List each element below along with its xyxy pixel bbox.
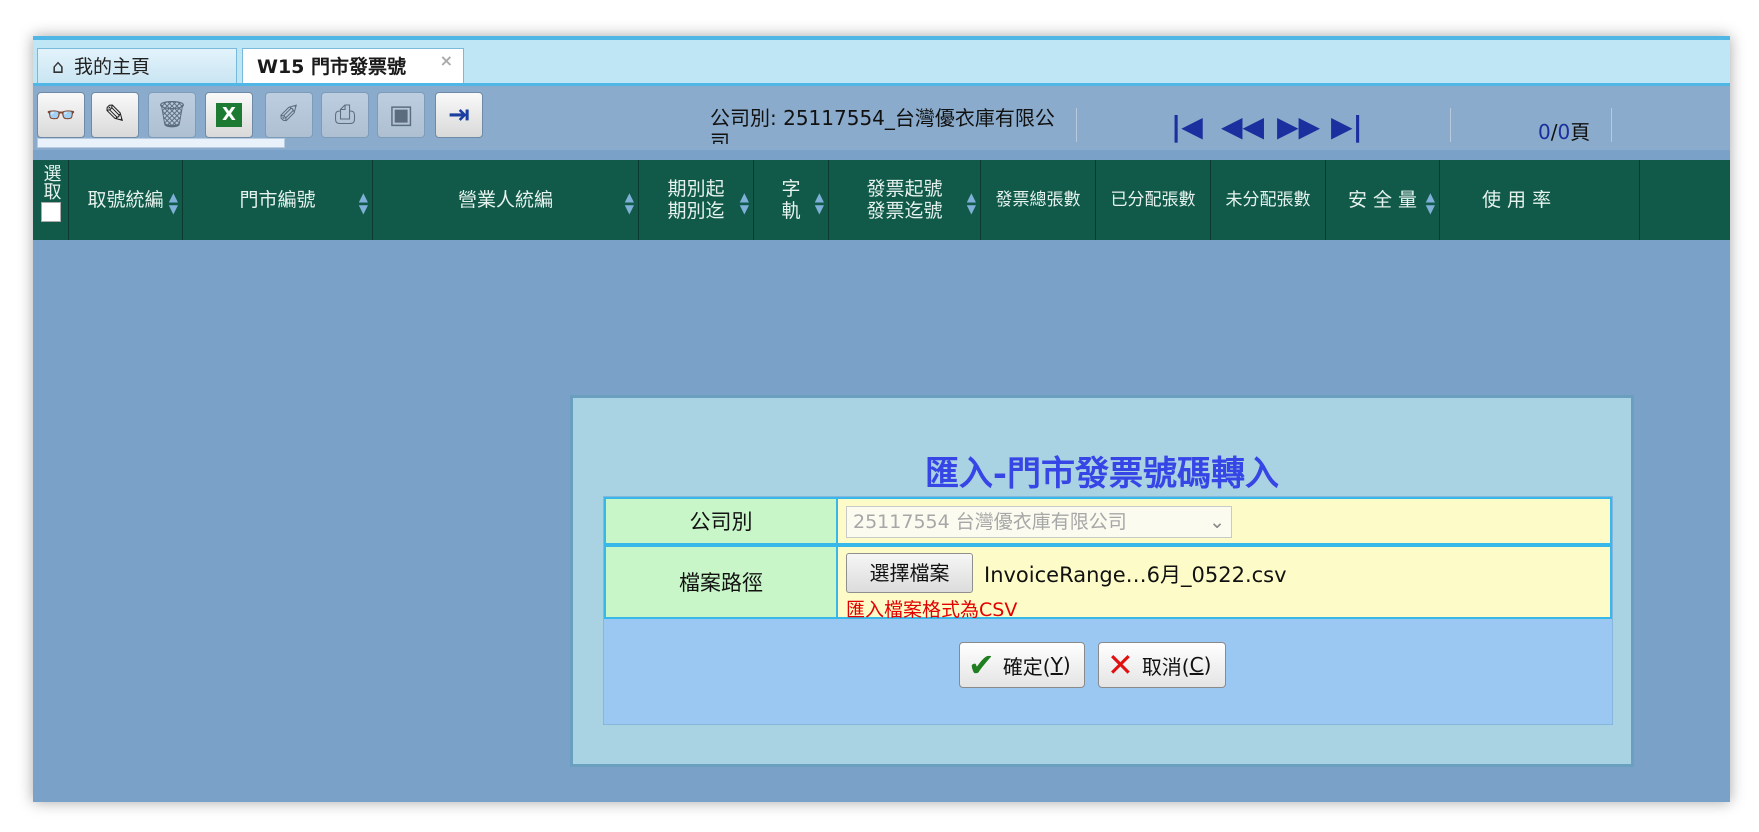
search-button[interactable]: 👓 bbox=[37, 92, 85, 138]
cancel-label-end: ) bbox=[1203, 653, 1212, 677]
col-safety-stock[interactable]: 安 全 量 ▲ ▼ bbox=[1326, 160, 1440, 240]
choose-file-button[interactable]: 選擇檔案 bbox=[846, 553, 973, 593]
col-period-label: 期別起 期別迄 bbox=[667, 178, 725, 222]
binoculars-icon: 👓 bbox=[46, 101, 76, 129]
cancel-label: 取消( bbox=[1141, 654, 1190, 679]
sort-icon: ▲ ▼ bbox=[814, 190, 824, 216]
file-format-hint: 匯入檔案格式為CSV bbox=[846, 599, 1018, 621]
dialog-title: 匯入-門市發票號碼轉入 bbox=[924, 454, 1280, 494]
col-total-count[interactable]: 發票總張數 bbox=[981, 160, 1096, 240]
grid-header: 選取 取號統編 ▲ ▼ 門市編號 ▲ ▼ 營業人統編 ▲ ▼ 期別起 期別迄 ▲ ▼ 字 軌 ▲ ▼… bbox=[33, 160, 1730, 240]
sort-icon: ▲ ▼ bbox=[168, 190, 178, 216]
company-field-cell: 25117554 台灣優衣庫有限公司 ⌄ bbox=[838, 497, 1612, 545]
file-field-label: 檔案路徑 bbox=[604, 545, 838, 619]
sort-icon: ▲ ▼ bbox=[358, 190, 368, 216]
tab-home-label: 我的主頁 bbox=[74, 56, 151, 78]
col-allocated[interactable]: 已分配張數 bbox=[1096, 160, 1211, 240]
col-invoice-range-label: 發票起號 發票迄號 bbox=[866, 178, 943, 222]
col-unallocated[interactable]: 未分配張數 bbox=[1211, 160, 1326, 240]
file-field-cell: 選擇檔案 InvoiceRange…6月_0522.csv 匯入檔案格式為CSV bbox=[838, 545, 1612, 621]
col-number-taxid-label: 取號統編 bbox=[87, 189, 164, 211]
toolbar-subtab bbox=[37, 138, 285, 148]
col-track-label: 字 軌 bbox=[781, 178, 801, 222]
sort-icon: ▲ ▼ bbox=[966, 190, 976, 216]
file-row: 檔案路徑 選擇檔案 InvoiceRange…6月_0522.csv 匯入檔案格… bbox=[604, 545, 1612, 621]
col-safety-stock-label: 安 全 量 bbox=[1347, 189, 1418, 211]
col-usage-rate[interactable]: 使 用 率 bbox=[1440, 160, 1640, 240]
exit-button[interactable]: ⇥ bbox=[435, 92, 483, 138]
col-store-no[interactable]: 門市編號 ▲ ▼ bbox=[183, 160, 373, 240]
page-unit: 頁 bbox=[1570, 120, 1591, 144]
import-dialog: 匯入-門市發票號碼轉入 公司別 25117554 台灣優衣庫有限公司 ⌄ 檔案路… bbox=[570, 395, 1634, 767]
col-track[interactable]: 字 軌 ▲ ▼ bbox=[754, 160, 829, 240]
sort-icon: ▲ ▼ bbox=[1425, 190, 1435, 216]
home-icon: ⌂ bbox=[52, 56, 65, 78]
cancel-shortcut: C bbox=[1189, 653, 1204, 677]
edit-button[interactable]: ✎ bbox=[91, 92, 139, 138]
current-page: 0 bbox=[1538, 120, 1551, 144]
col-store-no-label: 門市編號 bbox=[239, 189, 316, 211]
cancel-button[interactable]: ✕ 取消(C) bbox=[1098, 642, 1226, 688]
trash-icon: 🗑 bbox=[155, 100, 189, 130]
company-select[interactable]: 25117554 台灣優衣庫有限公司 ⌄ bbox=[846, 506, 1232, 538]
export-excel-button[interactable]: X bbox=[205, 92, 253, 138]
col-number-taxid[interactable]: 取號統編 ▲ ▼ bbox=[69, 160, 183, 240]
tab-w15-store-invoice[interactable]: W15 門市發票號 × bbox=[242, 48, 464, 86]
tab-home[interactable]: ⌂ 我的主頁 bbox=[37, 48, 237, 86]
report-button[interactable]: ▣ bbox=[377, 92, 425, 138]
edit-pencil-icon: ✎ bbox=[104, 100, 126, 130]
confirm-button[interactable]: ✔ 確定(Y) bbox=[959, 642, 1085, 688]
chevron-down-icon: ⌄ bbox=[1209, 511, 1225, 533]
page-indicator: 0/0頁 bbox=[1538, 120, 1591, 144]
pager-divider-2 bbox=[1450, 108, 1451, 142]
company-row: 公司別 25117554 台灣優衣庫有限公司 ⌄ bbox=[604, 497, 1612, 545]
sort-icon: ▲ ▼ bbox=[624, 190, 634, 216]
tab-strip: ⌂ 我的主頁 W15 門市發票號 × bbox=[33, 36, 1730, 86]
prev-page-icon[interactable]: ◀◀ bbox=[1221, 110, 1264, 143]
select-all-checkbox[interactable] bbox=[40, 202, 61, 222]
export-icon: ▣ bbox=[388, 100, 414, 130]
first-page-icon[interactable]: |◀ bbox=[1171, 110, 1203, 143]
company-label: 公司別: 25117554_台灣優衣庫有限公司 bbox=[710, 106, 1055, 144]
excel-icon: X bbox=[216, 103, 242, 127]
clear-button[interactable]: ✐ bbox=[265, 92, 313, 138]
print-button[interactable]: ⎙ bbox=[321, 92, 369, 138]
last-page-icon[interactable]: ▶| bbox=[1331, 110, 1363, 143]
selected-file-name: InvoiceRange…6月_0522.csv bbox=[984, 563, 1287, 587]
select-header-label: 選取 bbox=[40, 164, 62, 200]
app-window: ⌂ 我的主頁 W15 門市發票號 × 👓 ✎ 🗑 X ✐ ⎙ ▣ ⇥ 公司別: 2… bbox=[33, 36, 1730, 802]
company-field-label: 公司別 bbox=[604, 497, 838, 545]
print-icon: ⎙ bbox=[334, 99, 356, 130]
import-form: 公司別 25117554 台灣優衣庫有限公司 ⌄ 檔案路徑 選擇檔案 Invoi… bbox=[603, 496, 1613, 725]
close-x-icon: ✕ bbox=[1107, 646, 1134, 684]
col-allocated-label: 已分配張數 bbox=[1110, 190, 1196, 210]
col-business-taxid-label: 營業人統編 bbox=[457, 189, 553, 211]
col-business-taxid[interactable]: 營業人統編 ▲ ▼ bbox=[373, 160, 639, 240]
confirm-label-end: ) bbox=[1062, 653, 1071, 677]
select-all-column: 選取 bbox=[33, 160, 69, 240]
delete-button[interactable]: 🗑 bbox=[148, 92, 196, 138]
confirm-shortcut: Y bbox=[1050, 653, 1063, 677]
col-total-count-label: 發票總張數 bbox=[995, 190, 1081, 210]
col-usage-rate-label: 使 用 率 bbox=[1482, 189, 1552, 211]
exit-icon: ⇥ bbox=[448, 100, 470, 130]
col-period[interactable]: 期別起 期別迄 ▲ ▼ bbox=[639, 160, 754, 240]
next-page-icon[interactable]: ▶▶ bbox=[1277, 110, 1320, 143]
tab-w15-label: W15 門市發票號 bbox=[257, 56, 407, 78]
confirm-label: 確定( bbox=[1002, 654, 1051, 679]
pager-divider bbox=[1076, 108, 1077, 142]
col-unallocated-label: 未分配張數 bbox=[1225, 190, 1311, 210]
total-pages: 0 bbox=[1557, 120, 1571, 144]
check-icon: ✔ bbox=[968, 646, 995, 684]
company-select-value: 25117554 台灣優衣庫有限公司 bbox=[853, 511, 1127, 533]
close-icon[interactable]: × bbox=[440, 43, 453, 79]
brush-icon: ✐ bbox=[278, 100, 300, 130]
pager-divider-3 bbox=[1611, 108, 1612, 142]
sort-icon: ▲ ▼ bbox=[739, 190, 749, 216]
col-invoice-range[interactable]: 發票起號 發票迄號 ▲ ▼ bbox=[829, 160, 981, 240]
